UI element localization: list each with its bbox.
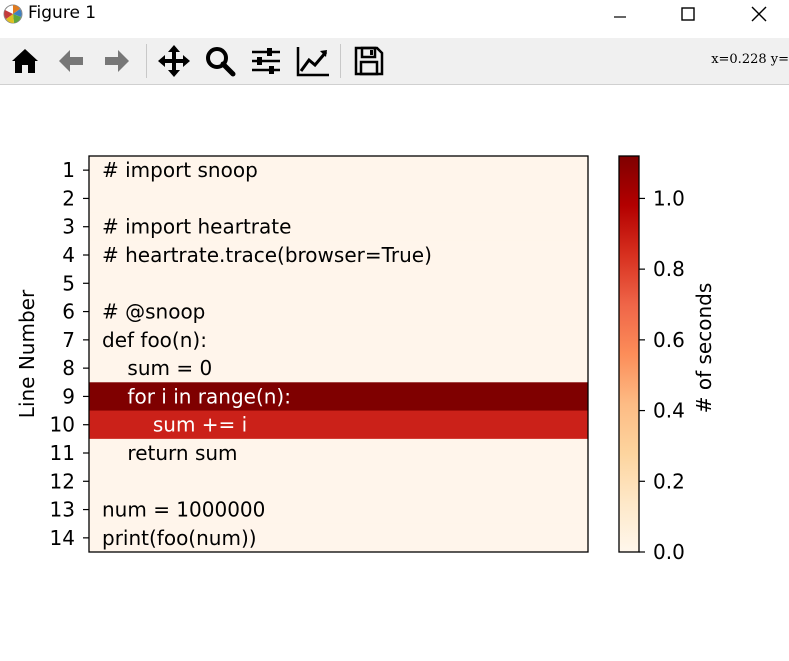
colorbar-gradient — [619, 156, 639, 552]
colorbar-tick-label: 0.6 — [653, 328, 685, 352]
colorbar-tick-label: 1.0 — [653, 186, 685, 210]
y-tick-label: 7 — [62, 328, 75, 352]
minimize-button[interactable] — [597, 0, 643, 28]
colorbar-tick-label: 0.8 — [653, 257, 685, 281]
subplots-config-icon — [252, 48, 280, 74]
code-line-text: sum += i — [102, 413, 247, 437]
home-button[interactable] — [6, 42, 44, 80]
code-line-text: # heartrate.trace(browser=True) — [102, 243, 432, 267]
pan-button[interactable] — [155, 42, 193, 80]
figure-canvas[interactable]: # import snoop # import heartrate # heartr… — [0, 85, 789, 657]
y-tick-label: 6 — [62, 300, 75, 324]
back-arrow-icon — [59, 50, 83, 72]
y-tick-label: 12 — [50, 469, 75, 493]
zoom-button[interactable] — [201, 42, 239, 80]
y-axis-label: Line Number — [15, 289, 39, 418]
y-tick-label: 9 — [62, 384, 75, 408]
code-line-text: # @snoop — [102, 300, 205, 324]
maximize-button[interactable] — [665, 0, 711, 28]
window-title: Figure 1 — [28, 3, 97, 23]
heatmap-chart: # import snoop # import heartrate # heartr… — [15, 155, 716, 564]
subplots-button[interactable] — [247, 42, 285, 80]
toolbar-separator — [340, 44, 341, 78]
y-tick-label: 1 — [62, 158, 75, 182]
code-line-text: return sum — [102, 441, 238, 465]
y-tick-label: 4 — [62, 243, 75, 267]
close-button[interactable] — [736, 0, 782, 28]
back-button[interactable] — [52, 42, 90, 80]
edit-curve-button[interactable] — [294, 42, 332, 80]
matplotlib-logo-icon — [3, 4, 23, 24]
colorbar-tick-label: 0.4 — [653, 399, 685, 423]
minimize-icon — [614, 16, 626, 18]
y-tick-label: 2 — [62, 186, 75, 210]
code-line-text: def foo(n): — [102, 328, 207, 352]
y-tick-label: 5 — [62, 271, 75, 295]
y-tick-label: 3 — [62, 215, 75, 239]
heatmap-row — [89, 467, 588, 496]
coordinate-readout: x=0.228 y= — [711, 52, 789, 67]
code-line-text: # import snoop — [102, 158, 258, 182]
toolbar-separator — [146, 44, 147, 78]
code-line-text: sum = 0 — [102, 356, 212, 380]
window-titlebar: Figure 1 — [0, 0, 789, 28]
y-tick-label: 14 — [50, 526, 75, 550]
zoom-icon — [206, 47, 236, 77]
y-tick-label: 11 — [50, 441, 75, 465]
navigation-toolbar: x=0.228 y= — [0, 38, 789, 85]
save-button[interactable] — [350, 42, 388, 80]
save-icon — [354, 46, 384, 76]
maximize-icon — [681, 7, 695, 21]
y-tick-label: 10 — [50, 413, 75, 437]
code-line-text: # import heartrate — [102, 215, 291, 239]
colorbar-tick-label: 0.2 — [653, 469, 685, 493]
code-line-text: for i in range(n): — [102, 384, 291, 408]
code-line-text: print(foo(num)) — [102, 526, 257, 550]
forward-arrow-icon — [105, 50, 129, 72]
heatmap-row — [89, 269, 588, 298]
colorbar: 0.0 0.2 0.4 0.6 0.8 1.0 # of seconds — [618, 155, 716, 564]
y-tick-label: 13 — [50, 498, 75, 522]
heatmap-axes: # import snoop # import heartrate # heartr… — [15, 155, 589, 553]
code-line-text: num = 1000000 — [102, 498, 265, 522]
home-icon — [12, 49, 38, 73]
colorbar-label: # of seconds — [692, 283, 716, 414]
y-tick-label: 8 — [62, 356, 75, 380]
heatmap-row — [89, 184, 588, 214]
colorbar-tick-label: 0.0 — [653, 540, 685, 564]
pan-icon — [158, 45, 190, 77]
forward-button[interactable] — [98, 42, 136, 80]
close-icon — [751, 6, 767, 22]
edit-curve-icon — [296, 47, 329, 77]
